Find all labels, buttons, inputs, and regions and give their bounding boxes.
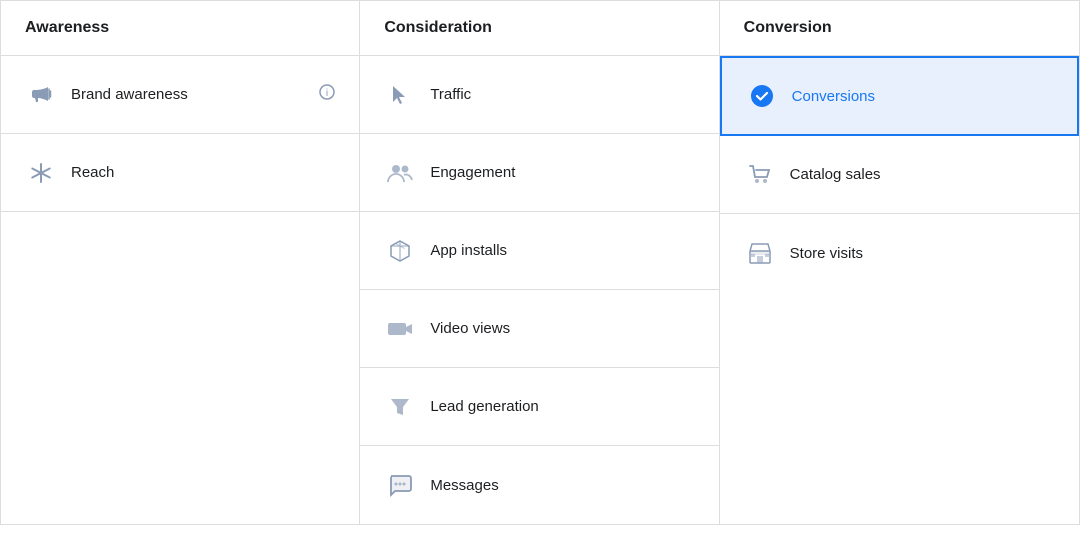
- lead-generation-label: Lead generation: [430, 398, 538, 415]
- awareness-spacer2: [1, 290, 359, 368]
- conversion-header: Conversion: [720, 1, 1079, 56]
- conversions-label: Conversions: [792, 88, 875, 105]
- messages-label: Messages: [430, 477, 498, 494]
- catalog-sales-item[interactable]: Catalog sales: [720, 136, 1079, 214]
- asterisk-icon: [25, 157, 57, 189]
- conversion-column: Conversions Catalog sales: [720, 56, 1079, 524]
- cart-icon: [744, 159, 776, 191]
- svg-text:i: i: [326, 88, 328, 99]
- video-icon: [384, 313, 416, 345]
- consideration-column: Traffic Engagement App inst: [360, 56, 719, 524]
- traffic-label: Traffic: [430, 86, 471, 103]
- messages-item[interactable]: Messages: [360, 446, 718, 524]
- lead-generation-item[interactable]: Lead generation: [360, 368, 718, 446]
- megaphone-icon: [25, 79, 57, 111]
- awareness-header: Awareness: [1, 1, 360, 56]
- conversions-item[interactable]: Conversions: [720, 56, 1079, 136]
- brand-awareness-item[interactable]: Brand awareness i: [1, 56, 359, 134]
- filter-icon: [384, 391, 416, 423]
- reach-label: Reach: [71, 164, 114, 181]
- consideration-header: Consideration: [360, 1, 719, 56]
- app-installs-item[interactable]: App installs: [360, 212, 718, 290]
- catalog-sales-label: Catalog sales: [790, 166, 881, 183]
- engagement-item[interactable]: Engagement: [360, 134, 718, 212]
- store-icon: [744, 237, 776, 269]
- traffic-item[interactable]: Traffic: [360, 56, 718, 134]
- awareness-spacer4: [1, 446, 359, 524]
- store-visits-item[interactable]: Store visits: [720, 214, 1079, 292]
- chat-icon: [384, 469, 416, 501]
- reach-item[interactable]: Reach: [1, 134, 359, 212]
- video-views-label: Video views: [430, 320, 510, 337]
- brand-awareness-label: Brand awareness: [71, 86, 188, 103]
- cursor-icon: [384, 79, 416, 111]
- awareness-spacer3: [1, 368, 359, 446]
- check-circle-icon: [746, 80, 778, 112]
- box-icon: [384, 235, 416, 267]
- brand-awareness-info-icon[interactable]: i: [319, 84, 335, 105]
- people-icon: [384, 157, 416, 189]
- store-visits-label: Store visits: [790, 245, 863, 262]
- app-installs-label: App installs: [430, 242, 507, 259]
- awareness-spacer: [1, 212, 359, 290]
- awareness-column: Brand awareness i Reach: [1, 56, 360, 524]
- campaign-objective-grid: Brand awareness i Reach: [0, 56, 1080, 525]
- engagement-label: Engagement: [430, 164, 515, 181]
- column-headers: Awareness Consideration Conversion: [0, 0, 1080, 56]
- video-views-item[interactable]: Video views: [360, 290, 718, 368]
